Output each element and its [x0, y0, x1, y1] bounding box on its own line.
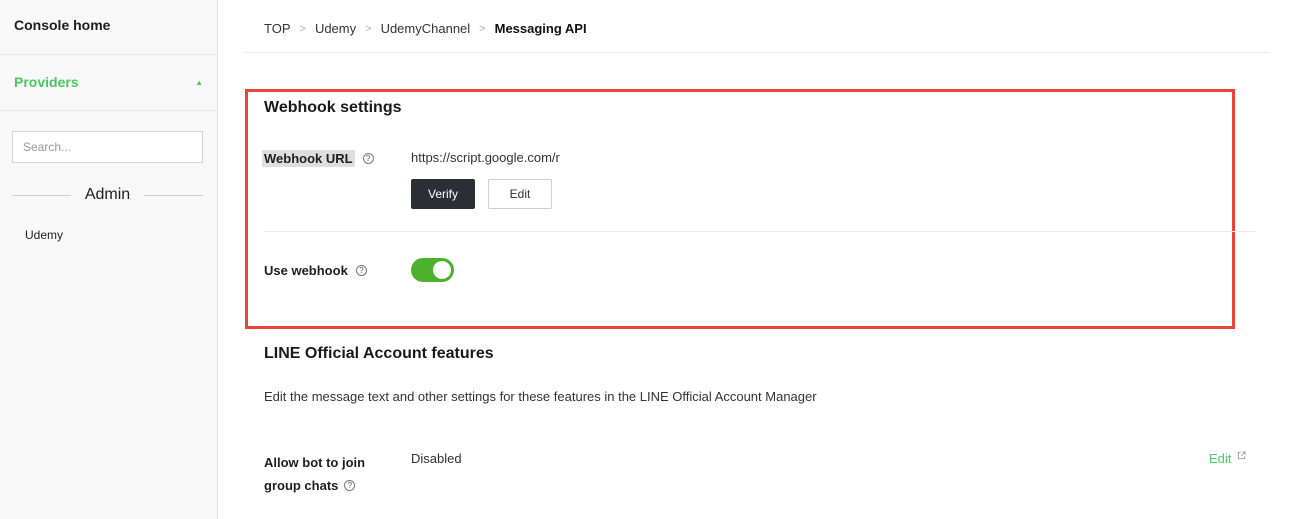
breadcrumb: TOP > Udemy > UdemyChannel > Messaging A… [264, 21, 587, 36]
allow-bot-edit-link[interactable]: Edit [1209, 450, 1246, 466]
breadcrumb-provider[interactable]: Udemy [315, 21, 356, 36]
oa-features-description: Edit the message text and other settings… [264, 389, 817, 404]
allow-bot-label-line1: Allow bot to join [264, 455, 366, 470]
chevron-right-icon: > [479, 22, 486, 35]
toggle-knob [433, 261, 451, 279]
verify-button[interactable]: Verify [411, 179, 475, 209]
help-circle-icon[interactable]: ? [362, 153, 374, 164]
breadcrumb-channel[interactable]: UdemyChannel [381, 21, 471, 36]
chevron-right-icon: > [299, 22, 306, 35]
allow-bot-group-value: Disabled [411, 451, 462, 466]
sidebar-console-home[interactable]: Console home [0, 0, 217, 55]
providers-label: Providers [14, 74, 79, 90]
provider-search-input[interactable] [12, 131, 203, 163]
admin-section-divider: Admin [12, 186, 204, 204]
sidebar: Console home Providers ▲ Admin Udemy [0, 0, 218, 519]
allow-bot-group-label: Allow bot to join group chats ? [264, 451, 365, 497]
oa-features-title: LINE Official Account features [264, 345, 494, 362]
divider-line [12, 194, 71, 196]
use-webhook-label: Use webhook ? [264, 263, 367, 278]
allow-bot-label-line2: group chats [264, 478, 339, 493]
divider-line [144, 194, 204, 196]
breadcrumb-current: Messaging API [494, 21, 587, 36]
webhook-url-label-text: Webhook URL [262, 150, 355, 167]
edit-link-label: Edit [1209, 451, 1232, 466]
help-circle-icon[interactable]: ? [344, 480, 356, 491]
external-link-icon [1237, 450, 1246, 463]
webhook-url-label: Webhook URL ? [262, 150, 374, 167]
webhook-settings-title: Webhook settings [264, 99, 402, 116]
use-webhook-toggle[interactable] [411, 258, 454, 282]
breadcrumb-top[interactable]: TOP [264, 21, 291, 36]
caret-up-icon: ▲ [195, 78, 203, 87]
use-webhook-label-text: Use webhook [264, 263, 348, 278]
sidebar-item-udemy[interactable]: Udemy [25, 228, 63, 242]
sidebar-providers[interactable]: Providers ▲ [0, 55, 217, 111]
console-home-label: Console home [14, 17, 111, 33]
section-divider [264, 231, 1256, 232]
header-divider [244, 52, 1270, 53]
admin-section-title: Admin [84, 186, 131, 203]
webhook-url-value: https://script.google.com/r [411, 150, 560, 165]
help-circle-icon[interactable]: ? [355, 265, 367, 276]
chevron-right-icon: > [365, 22, 372, 35]
edit-webhook-button[interactable]: Edit [488, 179, 552, 209]
highlight-box [245, 89, 1235, 329]
